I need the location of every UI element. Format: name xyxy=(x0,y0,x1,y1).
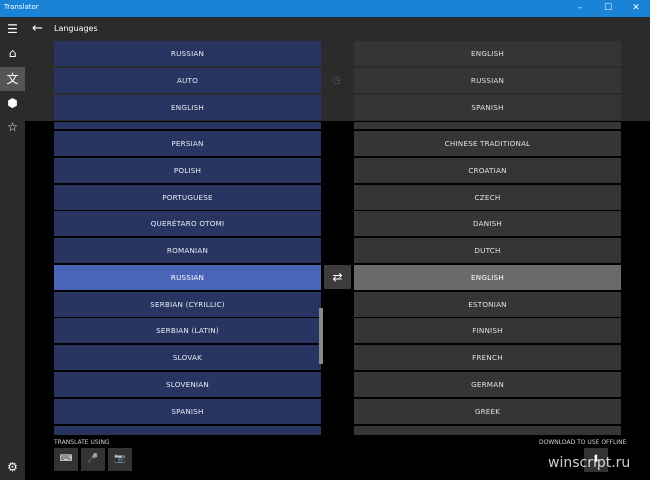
favorites-star-icon[interactable]: ☆ xyxy=(0,115,25,139)
from-language-item[interactable]: PERSIAN xyxy=(54,131,321,156)
to-language-item[interactable]: ESTONIAN xyxy=(354,292,621,317)
from-language-item[interactable]: SERBIAN (LATIN) xyxy=(54,318,321,343)
from-language-item-selected[interactable]: RUSSIAN xyxy=(54,265,321,290)
from-language-item[interactable]: SPANISH xyxy=(54,399,321,424)
to-language-item[interactable] xyxy=(354,122,621,129)
to-language-item[interactable]: DUTCH xyxy=(354,238,621,263)
recent-to-item[interactable]: ENGLISH xyxy=(354,41,621,66)
from-language-item[interactable] xyxy=(54,426,321,435)
recent-clock-icon: ◷ xyxy=(332,75,341,86)
translate-using-label: TRANSLATE USING xyxy=(54,439,110,446)
phrasebook-icon[interactable]: ⬢ xyxy=(0,91,25,115)
from-list-scrollbar[interactable] xyxy=(319,308,323,364)
from-language-item[interactable]: SLOVAK xyxy=(54,345,321,370)
maximize-button[interactable]: ☐ xyxy=(594,0,622,17)
from-language-item[interactable]: PORTUGUESE xyxy=(54,185,321,210)
watermark-text: winscript.ru xyxy=(548,455,631,471)
to-language-item[interactable]: CHINESE TRADITIONAL xyxy=(354,131,621,156)
from-language-item[interactable]: QUERÉTARO OTOMI xyxy=(54,211,321,236)
window-titlebar: Translator – ☐ ✕ xyxy=(0,0,650,17)
window-title: Translator xyxy=(4,3,39,11)
hamburger-menu-icon[interactable]: ☰ xyxy=(0,17,25,41)
from-language-item[interactable]: ROMANIAN xyxy=(54,238,321,263)
to-language-item-selected[interactable]: ENGLISH xyxy=(354,265,621,290)
microphone-icon[interactable]: 🎤 xyxy=(81,448,105,471)
settings-gear-icon[interactable]: ⚙ xyxy=(0,455,25,479)
to-language-item[interactable]: CZECH xyxy=(354,185,621,210)
to-language-item[interactable]: DANISH xyxy=(354,211,621,236)
recent-to-item[interactable]: SPANISH xyxy=(354,95,621,120)
to-language-item[interactable]: CROATIAN xyxy=(354,158,621,183)
to-language-item[interactable] xyxy=(354,426,621,435)
close-button[interactable]: ✕ xyxy=(622,0,650,17)
from-language-item[interactable] xyxy=(54,122,321,129)
download-offline-label: DOWNLOAD TO USE OFFLINE xyxy=(539,439,627,446)
sidebar: ☰ ⌂ 文 ⬢ ☆ ⚙ xyxy=(0,17,25,480)
recent-to-item[interactable]: RUSSIAN xyxy=(354,68,621,93)
swap-languages-button[interactable]: ⇄ xyxy=(324,265,351,289)
translate-icon[interactable]: 文 xyxy=(0,67,25,91)
back-arrow-icon[interactable]: ← xyxy=(32,21,43,36)
recent-from-item[interactable]: RUSSIAN xyxy=(54,41,321,66)
home-icon[interactable]: ⌂ xyxy=(0,41,25,65)
to-language-item[interactable]: GREEK xyxy=(354,399,621,424)
recent-from-item[interactable]: ENGLISH xyxy=(54,95,321,120)
keyboard-icon[interactable]: ⌨ xyxy=(54,448,78,471)
from-language-item[interactable]: POLISH xyxy=(54,158,321,183)
to-language-item[interactable]: FINNISH xyxy=(354,318,621,343)
recent-from-item[interactable]: AUTO xyxy=(54,68,321,93)
to-language-item[interactable]: FRENCH xyxy=(354,345,621,370)
from-language-item[interactable]: SLOVENIAN xyxy=(54,372,321,397)
camera-icon[interactable]: 📷 xyxy=(108,448,132,471)
page-title: Languages xyxy=(54,24,98,33)
from-language-item[interactable]: SERBIAN (CYRILLIC) xyxy=(54,292,321,317)
to-language-item[interactable]: GERMAN xyxy=(354,372,621,397)
minimize-button[interactable]: – xyxy=(566,0,594,17)
